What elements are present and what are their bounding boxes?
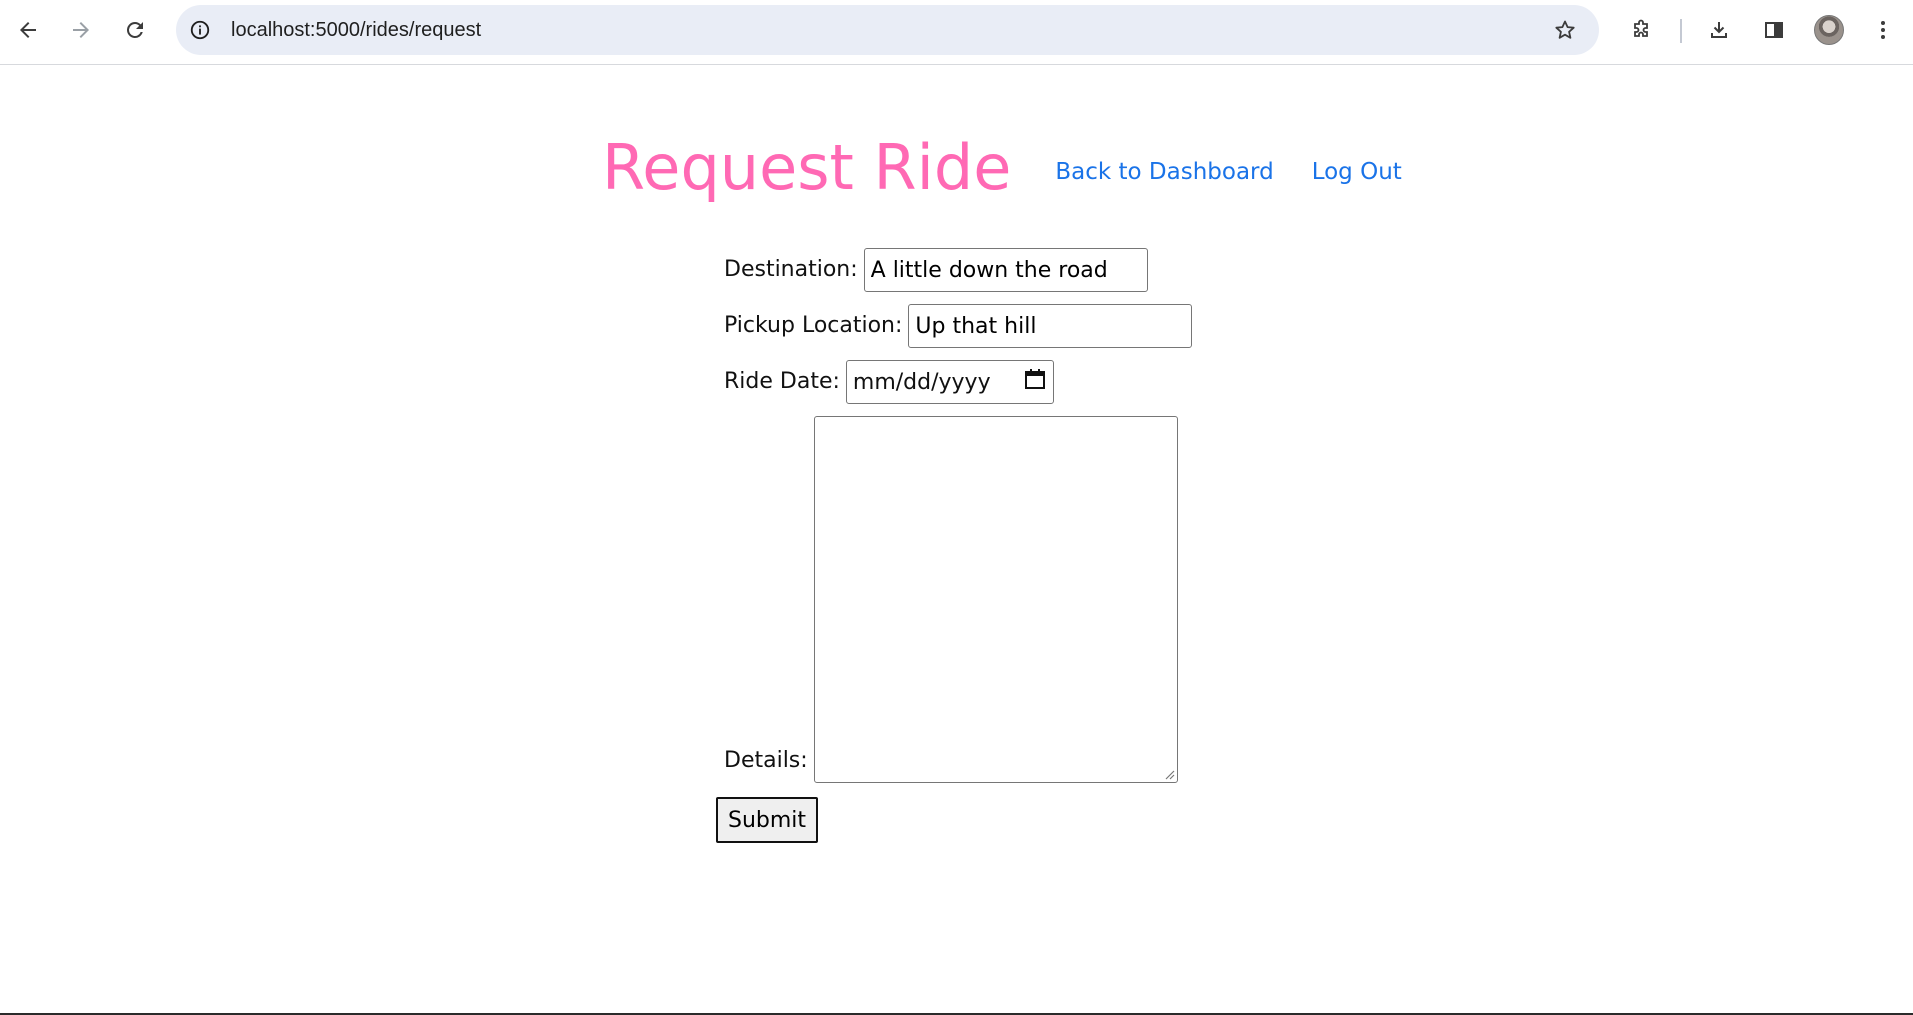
url-text[interactable]: localhost:5000/rides/request — [231, 5, 481, 55]
destination-label: Destination: — [724, 257, 858, 282]
toolbar-separator — [1680, 19, 1682, 43]
bookmark-star-icon[interactable] — [1553, 18, 1577, 42]
ride-date-placeholder: mm/dd/yyyy — [852, 369, 991, 395]
menu-kebab-icon[interactable] — [1866, 13, 1900, 47]
pickup-location-input[interactable] — [908, 304, 1193, 348]
resize-grip-icon[interactable] — [1163, 768, 1175, 780]
back-arrow-icon[interactable] — [11, 13, 45, 47]
ride-date-row: Ride Date: mm/dd/yyyy — [724, 360, 1192, 404]
submit-button[interactable]: Submit — [716, 797, 819, 843]
details-label: Details: — [724, 748, 808, 773]
page-title: Request Ride — [602, 131, 1012, 204]
side-panel-icon[interactable] — [1757, 13, 1791, 47]
ride-date-label: Ride Date: — [724, 369, 840, 394]
page-content: Request Ride Back to Dashboard Log Out D… — [0, 66, 1913, 1015]
address-bar[interactable]: localhost:5000/rides/request — [176, 5, 1599, 55]
pickup-row: Pickup Location: — [724, 304, 1193, 348]
back-to-dashboard-link[interactable]: Back to Dashboard — [1055, 159, 1273, 185]
browser-toolbar: localhost:5000/rides/request — [0, 0, 1913, 65]
forward-arrow-icon[interactable] — [64, 13, 98, 47]
destination-input[interactable] — [863, 248, 1148, 292]
page-header: Request Ride Back to Dashboard Log Out — [602, 130, 1402, 206]
site-info-icon[interactable] — [188, 18, 212, 42]
details-textarea[interactable] — [813, 416, 1178, 783]
downloads-icon[interactable] — [1702, 13, 1736, 47]
pickup-location-label: Pickup Location: — [724, 313, 903, 338]
ride-date-input[interactable]: mm/dd/yyyy — [845, 360, 1054, 404]
profile-avatar[interactable] — [1814, 15, 1844, 45]
details-row: Details: — [724, 416, 1192, 783]
ride-request-form: Destination: Pickup Location: Ride Date:… — [716, 248, 1193, 843]
log-out-link[interactable]: Log Out — [1312, 159, 1402, 185]
destination-row: Destination: — [724, 248, 1192, 292]
calendar-icon[interactable] — [1023, 367, 1047, 397]
extensions-icon[interactable] — [1624, 13, 1658, 47]
reload-icon[interactable] — [118, 13, 152, 47]
